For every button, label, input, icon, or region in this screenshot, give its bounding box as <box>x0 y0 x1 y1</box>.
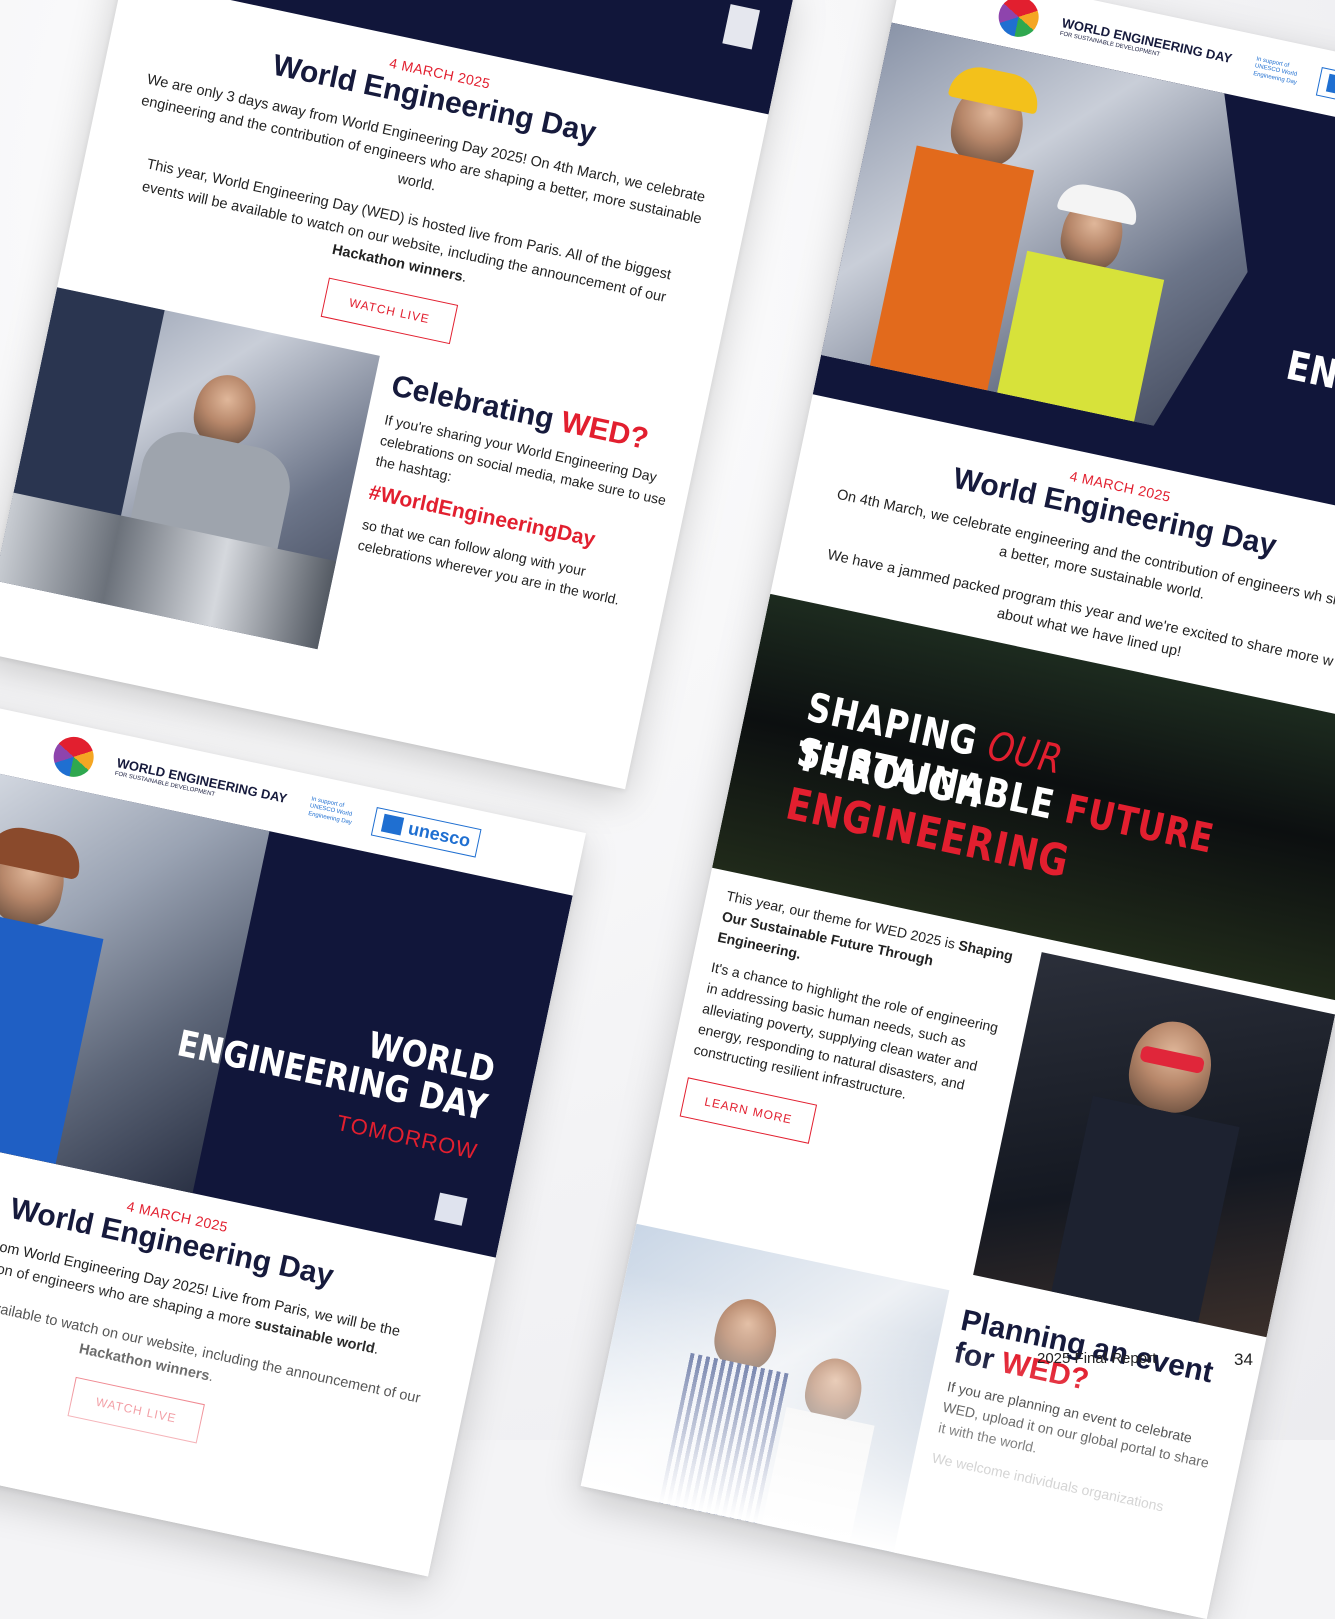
engineer-2-vest <box>997 251 1164 422</box>
celebrating-text-block: Celebrating WED? If you're sharing your … <box>335 359 683 713</box>
report-footer-label: 2025 Final Report <box>1037 1350 1157 1367</box>
unesco-temple-icon <box>1326 73 1335 96</box>
celebrating-section: Celebrating WED? If you're sharing your … <box>0 277 705 717</box>
wed-globe-logo-icon <box>49 733 98 781</box>
unesco-badge: unesco <box>1316 66 1335 118</box>
students-lab-photo <box>580 1223 950 1584</box>
planning-text-block: Planning an event for WED? If you are pl… <box>905 1294 1243 1619</box>
unesco-badge: unesco <box>371 806 482 858</box>
wed-globe-logo-icon <box>994 0 1043 41</box>
watch-live-button[interactable]: WATCH LIVE <box>67 1376 205 1444</box>
wed-badge-icon <box>722 4 760 50</box>
email-card-tomorrow: WORLD ENGINEERING DAY FOR SUSTAINABLE DE… <box>0 700 587 1577</box>
theme-text-block: This year, our theme for WED 2025 is Sha… <box>660 885 1024 1271</box>
unesco-support-text: In support of UNESCO World Engineering D… <box>1252 56 1298 86</box>
unesco-support-text: In support of UNESCO World Engineering D… <box>307 796 353 826</box>
unesco-temple-icon <box>381 813 405 836</box>
page-number: 34 <box>1234 1350 1253 1369</box>
watch-live-button[interactable]: WATCH LIVE <box>320 277 459 344</box>
wed-badge-icon <box>434 1192 468 1226</box>
engineer-photo <box>0 287 380 650</box>
unesco-wordmark: unesco <box>406 817 473 851</box>
engineering-banner-text: ENGINEERI <box>1281 342 1335 431</box>
machinist-photo <box>0 762 270 1194</box>
planning-heading-for: for <box>951 1335 998 1377</box>
machinist-blue-coverall <box>0 905 104 1165</box>
student-shirt <box>1051 1095 1240 1323</box>
learn-more-button[interactable]: LEARN MORE <box>679 1077 818 1144</box>
wed-banner-heading: WORLD ENGINEERING DAY <box>174 988 499 1129</box>
